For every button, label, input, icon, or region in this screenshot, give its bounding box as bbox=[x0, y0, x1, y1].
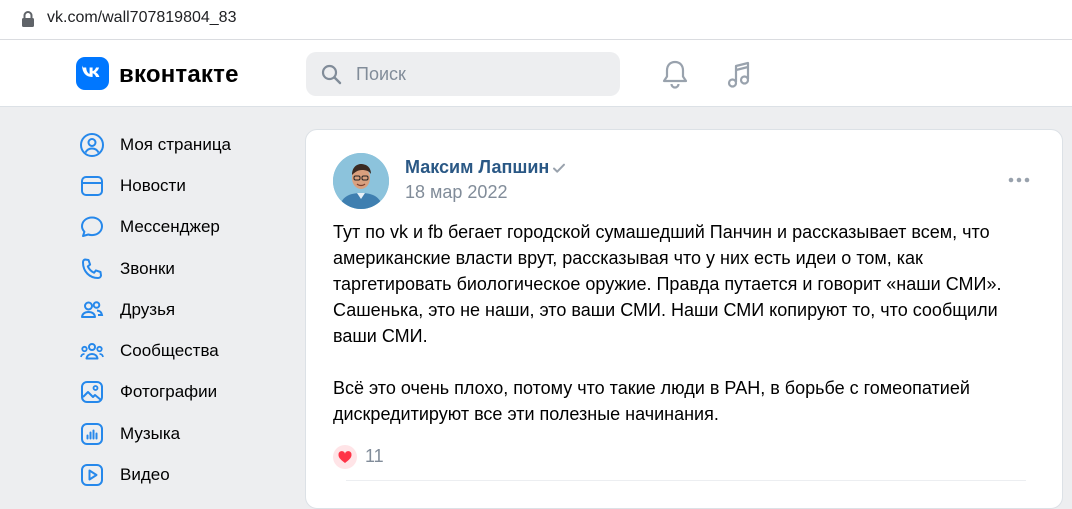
vk-logo-icon[interactable] bbox=[76, 57, 109, 90]
like-count: 11 bbox=[365, 446, 384, 466]
sidebar-item-label: Друзья bbox=[120, 300, 176, 319]
site-header: вконтакте Поиск bbox=[0, 40, 1072, 107]
sidebar-item-label: Сообщества bbox=[120, 341, 219, 360]
search-placeholder: Поиск bbox=[356, 64, 406, 84]
music-icon bbox=[81, 423, 103, 445]
sidebar-item-label: Фотографии bbox=[120, 382, 218, 401]
search-icon bbox=[321, 64, 342, 85]
divider bbox=[346, 480, 1026, 481]
post-text: Тут по vk и fb бегает городской сумашедш… bbox=[333, 219, 1033, 427]
bell-icon[interactable] bbox=[660, 59, 690, 91]
friends-icon bbox=[81, 301, 104, 318]
sidebar-item-calls[interactable]: Звонки bbox=[76, 249, 296, 289]
search-input[interactable]: Поиск bbox=[306, 52, 620, 96]
lock-icon[interactable] bbox=[21, 10, 35, 28]
music-note-icon[interactable] bbox=[725, 59, 755, 91]
sidebar-item-photos[interactable]: Фотографии bbox=[76, 372, 296, 412]
sidebar-item-label: Звонки bbox=[120, 259, 175, 278]
more-options-icon[interactable] bbox=[1007, 174, 1031, 186]
address-url[interactable]: vk.com/wall707819804_83 bbox=[47, 9, 236, 27]
author-name[interactable]: Максим Лапшин bbox=[405, 157, 549, 178]
post-card: Максим Лапшин 18 мар 2022 Тут по vk и fb… bbox=[305, 129, 1063, 509]
sidebar-item-label: Новости bbox=[120, 176, 186, 195]
sidebar-item-friends[interactable]: Друзья bbox=[76, 290, 296, 330]
user-circle-icon bbox=[80, 133, 104, 157]
post-paragraph: Всё это очень плохо, потому что такие лю… bbox=[333, 378, 970, 424]
brand-name[interactable]: вконтакте bbox=[119, 61, 239, 89]
sidebar-item-video[interactable]: Видео bbox=[76, 455, 296, 495]
sidebar-item-messenger[interactable]: Мессенджер bbox=[76, 207, 296, 247]
sidebar-item-label: Моя страница bbox=[120, 135, 232, 154]
sidebar-item-music[interactable]: Музыка bbox=[76, 414, 296, 454]
sidebar-item-label: Видео bbox=[120, 465, 170, 484]
sidebar-item-communities[interactable]: Сообщества bbox=[76, 331, 296, 371]
message-bubble-icon bbox=[81, 216, 103, 237]
communities-icon bbox=[80, 343, 104, 360]
verified-check-icon bbox=[553, 163, 565, 173]
avatar[interactable] bbox=[333, 153, 389, 209]
heart-icon[interactable] bbox=[333, 445, 357, 469]
sidebar-item-label: Мессенджер bbox=[120, 217, 220, 236]
sidebar-item-label: Музыка bbox=[120, 424, 181, 443]
post-paragraph: Тут по vk и fb бегает городской сумашедш… bbox=[333, 222, 1002, 346]
photo-icon bbox=[81, 381, 103, 403]
avatar-image bbox=[333, 153, 389, 209]
sidebar-item-my-page[interactable]: Моя страница bbox=[76, 125, 296, 165]
browser-address-bar: vk.com/wall707819804_83 bbox=[0, 0, 1072, 40]
news-icon bbox=[81, 176, 103, 196]
post-date[interactable]: 18 мар 2022 bbox=[405, 182, 507, 203]
sidebar-item-news[interactable]: Новости bbox=[76, 166, 296, 206]
video-icon bbox=[81, 464, 103, 486]
phone-icon bbox=[82, 258, 102, 279]
